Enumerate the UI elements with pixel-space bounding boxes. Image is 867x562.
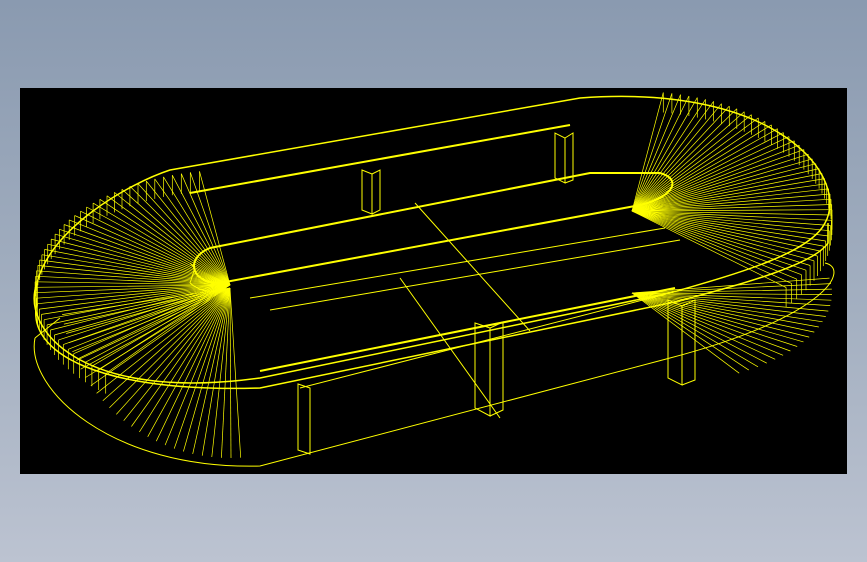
tessellation-line [63,224,231,286]
tessellation-line [229,287,232,459]
tessellation-line [631,101,714,212]
tessellation-line [631,210,802,276]
tessellation-line [631,292,776,360]
near-rail [259,287,676,372]
tessellation-line [631,144,800,212]
floor-line-5 [299,292,671,389]
oval-table-wireframe-model [33,92,835,467]
left-lower-radial-lines [62,287,242,459]
leg-far-left [361,169,381,215]
tessellation-line [631,292,749,371]
tessellation-line [631,99,706,212]
floor-line-4 [399,277,501,419]
tessellation-line [63,284,231,345]
tessellation-line [631,168,820,212]
tessellation-line [631,292,823,323]
left-end-radial-lines [34,171,231,394]
right-end-radial-lines [631,92,833,308]
tessellation-line [631,292,804,343]
tessellation-line [631,210,811,266]
inner-opening-edge [193,172,674,285]
leg-near-right [667,299,696,386]
tessellation-line [631,292,798,347]
tessellation-line [631,210,792,284]
tessellation-line [631,292,810,338]
tessellation-line [92,202,231,286]
top-outer-ring [33,95,831,384]
tessellation-line [229,287,242,458]
tessellation-line [114,192,231,286]
tessellation-line [121,189,231,286]
leg-near-left [297,383,311,455]
tessellation-line [154,178,231,286]
right-lower-radial-lines [631,277,833,374]
tessellation-line [631,292,819,328]
cad-viewport[interactable] [20,88,847,474]
tessellation-line [109,287,231,409]
leg-far-right [554,132,574,184]
tessellation-line [631,163,816,212]
tessellation-line [631,210,787,288]
tessellation-line [631,292,740,374]
